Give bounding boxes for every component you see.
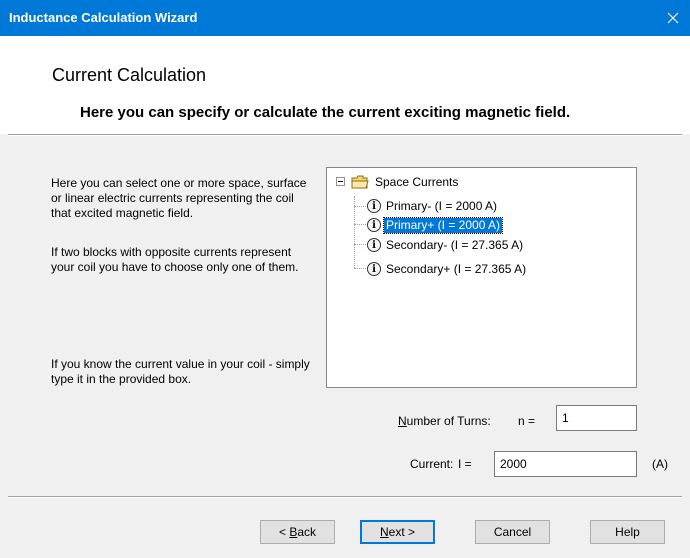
tree-item-primary-minus[interactable]: i Primary- (I = 2000 A): [367, 197, 499, 215]
page-subtitle: Here you can specify or calculate the cu…: [80, 104, 571, 121]
tree-item-secondary-minus[interactable]: i Secondary- (I = 27.365 A): [367, 236, 525, 254]
tree-item-label: Secondary+ (I = 27.365 A): [386, 261, 527, 276]
footer-divider: [8, 496, 682, 498]
turns-label: Number of Turns:: [398, 414, 491, 428]
info-icon: i: [367, 199, 381, 213]
description-text-3: If you know the current value in your co…: [51, 357, 310, 386]
close-button[interactable]: [656, 0, 690, 36]
page-title: Current Calculation: [52, 65, 207, 85]
number-of-turns-input[interactable]: [556, 405, 637, 431]
tree-item-secondary-plus[interactable]: i Secondary+ (I = 27.365 A): [367, 260, 528, 278]
tree-item-label: Primary+ (I = 2000 A): [382, 216, 504, 234]
wizard-header: Current Calculation Here you can specify…: [0, 36, 690, 134]
close-icon: [667, 12, 679, 24]
tree-root-label: Space Currents: [375, 174, 459, 189]
tree-item-label: Primary- (I = 2000 A): [386, 198, 498, 213]
current-label: Current:: [410, 457, 454, 471]
tree-item-label: Secondary- (I = 27.365 A): [386, 237, 524, 252]
description-text-1: Here you can select one or more space, s…: [51, 176, 307, 220]
collapse-toggle-icon[interactable]: [336, 177, 345, 186]
current-variable-label: I =: [458, 457, 472, 471]
next-button[interactable]: Next >: [360, 520, 435, 544]
tree-item-primary-plus[interactable]: i Primary+ (I = 2000 A): [367, 216, 504, 234]
space-currents-tree[interactable]: Space Currents i Primary- (I = 2000 A) i…: [326, 167, 637, 388]
title-bar: Inductance Calculation Wizard: [0, 0, 690, 36]
info-icon: i: [367, 238, 381, 252]
description-text-2: If two blocks with opposite currents rep…: [51, 245, 299, 274]
info-icon: i: [367, 218, 381, 232]
back-button[interactable]: < Back: [260, 520, 335, 544]
turns-variable-label: n =: [518, 414, 536, 428]
current-unit-label: (A): [652, 457, 668, 471]
info-icon: i: [367, 262, 381, 276]
window-title: Inductance Calculation Wizard: [9, 10, 198, 25]
cancel-button[interactable]: Cancel: [475, 520, 550, 544]
header-divider: [8, 134, 682, 136]
help-button[interactable]: Help: [590, 520, 665, 544]
folder-icon: [351, 175, 369, 189]
current-input[interactable]: [494, 451, 637, 477]
tree-root[interactable]: Space Currents: [351, 173, 460, 191]
